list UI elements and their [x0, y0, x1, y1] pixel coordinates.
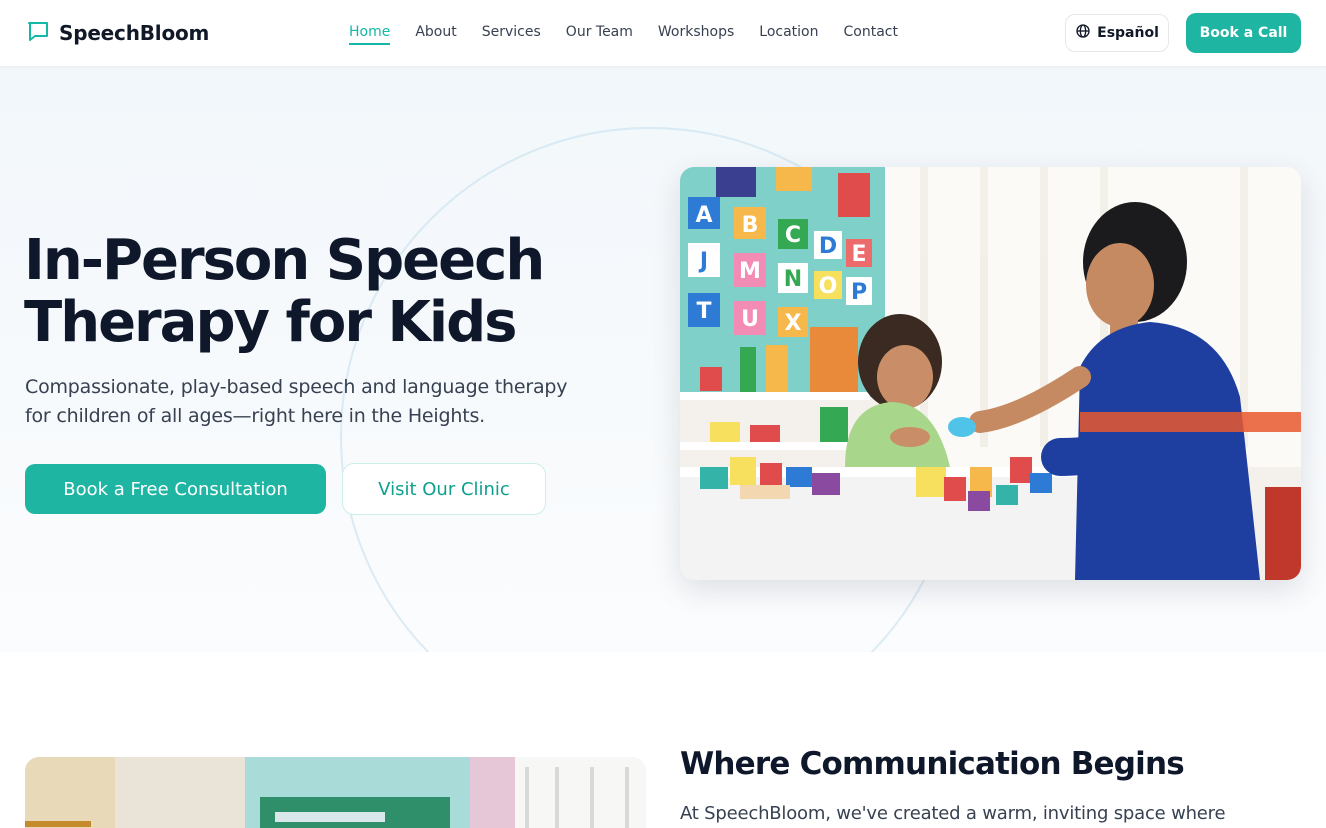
- nav-link-our-team[interactable]: Our Team: [566, 24, 633, 45]
- main-nav: Home About Services Our Team Workshops L…: [349, 22, 898, 46]
- globe-icon: [1075, 23, 1091, 43]
- section-title: Where Communication Begins: [680, 746, 1185, 782]
- hero-subtitle-line-2: for children of all ages—right here in t…: [25, 405, 485, 427]
- logo-text: SpeechBloom: [59, 21, 210, 45]
- nav-link-services[interactable]: Services: [482, 24, 541, 45]
- hero-title: In-Person Speech Therapy for Kids: [24, 230, 664, 354]
- svg-text:A: A: [695, 203, 712, 228]
- visit-clinic-button[interactable]: Visit Our Clinic: [342, 463, 546, 515]
- hero-subtitle: Compassionate, play-based speech and lan…: [25, 373, 665, 431]
- hero-title-line-2: Therapy for Kids: [24, 290, 517, 355]
- nav-link-workshops[interactable]: Workshops: [658, 24, 734, 45]
- section-intro-text: At SpeechBloom, we've created a warm, in…: [680, 803, 1226, 824]
- svg-text:C: C: [785, 223, 801, 248]
- chat-bubble-icon: [26, 19, 50, 47]
- svg-text:D: D: [819, 234, 837, 259]
- svg-text:U: U: [741, 307, 759, 332]
- svg-text:M: M: [739, 259, 761, 284]
- hero-subtitle-line-1: Compassionate, play-based speech and lan…: [25, 376, 568, 398]
- svg-text:P: P: [851, 280, 867, 305]
- logo[interactable]: SpeechBloom: [26, 19, 209, 47]
- svg-text:E: E: [851, 242, 866, 267]
- svg-text:N: N: [784, 267, 802, 292]
- svg-text:O: O: [819, 274, 838, 299]
- svg-text:X: X: [785, 311, 802, 336]
- hero-section: In-Person Speech Therapy for Kids Compas…: [0, 67, 1326, 652]
- language-toggle-button[interactable]: Español: [1065, 14, 1169, 52]
- nav-link-location[interactable]: Location: [759, 24, 818, 45]
- svg-text:T: T: [696, 299, 711, 324]
- book-consultation-button[interactable]: Book a Free Consultation: [25, 464, 326, 514]
- svg-text:J: J: [698, 249, 708, 274]
- book-a-call-button[interactable]: Book a Call: [1186, 13, 1301, 53]
- clinic-room-photo: [25, 757, 646, 828]
- site-header: SpeechBloom Home About Services Our Team…: [0, 0, 1326, 67]
- hero-photo-therapist-with-child: A B C D E J M N O P T U X: [680, 167, 1301, 580]
- language-label: Español: [1097, 25, 1159, 41]
- nav-link-about[interactable]: About: [415, 24, 456, 45]
- nav-link-home[interactable]: Home: [349, 24, 391, 45]
- hero-title-line-1: In-Person Speech: [24, 228, 545, 293]
- svg-text:B: B: [742, 213, 759, 238]
- nav-link-contact[interactable]: Contact: [844, 24, 898, 45]
